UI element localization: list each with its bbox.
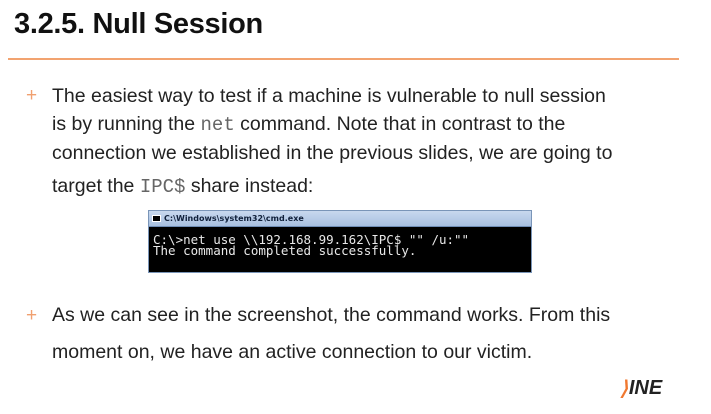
code-ipc: IPC$ [139,176,186,198]
bullet-text-1: The easiest way to test if a machine is … [52,82,612,204]
code-net: net [200,114,235,136]
bullet-plus-icon: + [26,305,38,326]
bullet-1-line-1: The easiest way to test if a machine is … [52,85,606,107]
title-divider [8,58,679,60]
bullet-text-2: As we can see in the screenshot, the com… [52,297,610,371]
bullet-item-2: + As we can see in the screenshot, the c… [26,297,676,371]
cmd-window-screenshot: C:\Windows\system32\cmd.exe C:\>net use … [148,210,532,273]
cmd-output: C:\>net use \\192.168.99.162\IPC$ "" /u:… [149,227,531,258]
bullet-2-line-1: As we can see in the screenshot, the com… [52,304,611,326]
bullet-2-line-2: moment on, we have an active connection … [52,341,533,363]
bullet-1-line-4: target the IPC$ share instead: [52,169,313,204]
bullet-1-line-2b: command. Note that in contrast to the [234,113,566,135]
ine-logo-text: INE [628,377,663,399]
bullet-plus-icon: + [26,85,38,106]
cmd-titlebar: C:\Windows\system32\cmd.exe [149,211,531,227]
ine-logo: ⟩ INE [620,376,662,401]
bullet-1-line-4b: share instead: [185,175,314,197]
bullet-1-line-4a: target the [52,175,140,197]
slide-title: 3.2.5. Null Session [14,8,263,40]
cmd-line-2: The command completed successfully. [153,243,417,258]
bullet-1-line-3: connection we established in the previou… [52,142,613,164]
bullet-1-line-2a: is by running the [52,113,201,135]
cmd-console-icon [152,215,161,222]
bullet-item-1: + The easiest way to test if a machine i… [26,82,676,204]
cmd-window-title: C:\Windows\system32\cmd.exe [164,214,304,223]
ine-logo-mark-icon: ⟩ [620,378,628,400]
